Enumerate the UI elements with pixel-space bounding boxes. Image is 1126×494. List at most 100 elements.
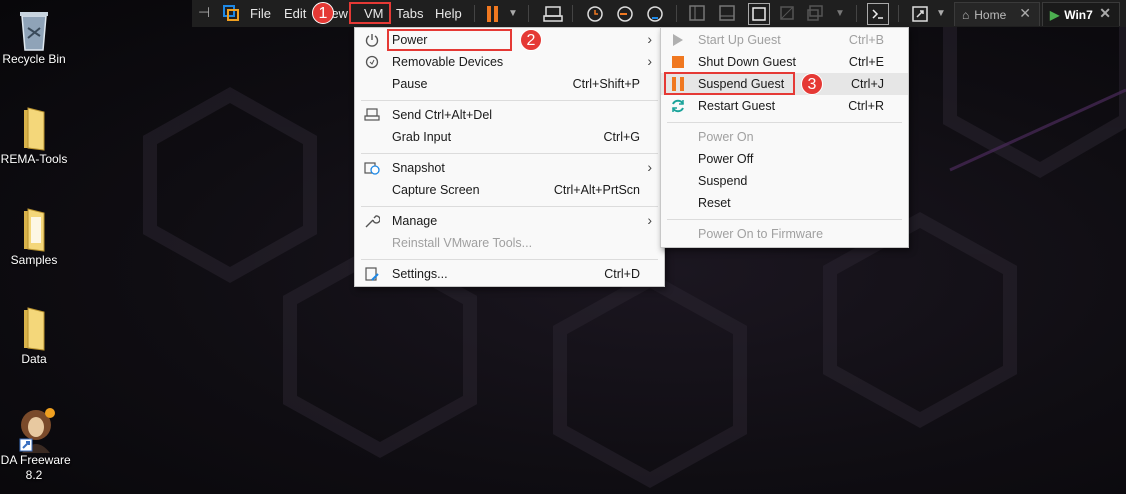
unity-icon[interactable] (778, 4, 798, 24)
menu-help[interactable]: Help (435, 0, 462, 27)
menu-item-label: Power On (698, 130, 754, 144)
menu-item-label: Power Off (698, 152, 754, 166)
send-ctrl-alt-del-icon[interactable] (543, 4, 563, 24)
settings-icon (364, 266, 380, 282)
chevron-right-icon: › (647, 212, 652, 228)
menu-item-pause[interactable]: Pause Ctrl+Shift+P (355, 73, 664, 95)
menu-item-shut-down-guest[interactable]: Shut Down Guest Ctrl+E (661, 51, 908, 73)
menu-item-power-on: Power On (661, 126, 908, 148)
menu-item-grab-input[interactable]: Grab Input Ctrl+G (355, 126, 664, 148)
menu-item-suspend[interactable]: Suspend (661, 170, 908, 192)
menu-item-label: Capture Screen (392, 183, 480, 197)
menu-edit[interactable]: Edit (284, 0, 306, 27)
sidebar-toggle-icon[interactable] (688, 4, 708, 24)
vm-running-icon: ▶ (1050, 7, 1060, 22)
menu-item-removable-devices[interactable]: Removable Devices › (355, 51, 664, 73)
toolbar-separator (676, 5, 677, 22)
pause-icon[interactable] (484, 4, 504, 24)
chevron-down-icon[interactable]: ▼ (835, 8, 855, 28)
menu-item-label: Power On to Firmware (698, 227, 824, 241)
menu-item-label: Reinstall VMware Tools... (392, 236, 533, 250)
menu-item-power-off[interactable]: Power Off (661, 148, 908, 170)
desktop-icon-rema-tools[interactable]: REMA-Tools (0, 106, 74, 167)
menu-item-capture-screen[interactable]: Capture Screen Ctrl+Alt+PrtScn (355, 179, 664, 201)
tab-home[interactable]: ⌂ Home ✕ (954, 2, 1040, 26)
highlight-vm-menu (349, 2, 391, 24)
menu-item-label: Start Up Guest (698, 33, 781, 47)
chevron-right-icon: › (647, 159, 652, 175)
terminal-icon[interactable] (867, 3, 889, 25)
restart-icon (670, 98, 686, 114)
menu-item-label: Removable Devices (392, 55, 504, 69)
toolbar-separator (898, 5, 899, 22)
desktop-icon-data[interactable]: Data (0, 306, 74, 367)
chevron-right-icon: › (647, 53, 652, 69)
ida-icon (14, 407, 55, 453)
menu-item-shortcut: Ctrl+D (604, 267, 640, 281)
menu-item-restart-guest[interactable]: Restart Guest Ctrl+R (661, 95, 908, 117)
removable-devices-icon (364, 54, 380, 70)
menu-item-label: Suspend (698, 174, 748, 188)
close-icon[interactable]: ✕ (1099, 5, 1111, 22)
tab-win7[interactable]: ▶ Win7 ✕ (1042, 2, 1120, 26)
desktop-icon-samples[interactable]: Samples (0, 207, 74, 268)
menu-item-reinstall-vmware-tools: Reinstall VMware Tools... (355, 232, 664, 254)
menu-tabs[interactable]: Tabs (396, 0, 423, 27)
vmware-logo-icon (222, 4, 242, 24)
menu-item-label: Grab Input (392, 130, 452, 144)
vm-menu: Power › Removable Devices › Pause Ctrl+S… (354, 27, 665, 287)
thumbnail-bar-icon[interactable] (718, 4, 738, 24)
chevron-down-icon[interactable]: ▼ (508, 8, 528, 28)
chevron-right-icon: › (647, 31, 652, 47)
step-badge-2: 2 (520, 29, 542, 51)
menu-item-power-on-to-firmware: Power On to Firmware (661, 223, 908, 245)
tab-label: Home (974, 7, 1007, 22)
recycle-bin-icon (14, 6, 54, 51)
power-submenu: Start Up Guest Ctrl+B Shut Down Guest Ct… (660, 27, 909, 248)
keyboard-icon (364, 107, 380, 123)
console-view-icon[interactable] (806, 4, 826, 24)
menu-item-reset[interactable]: Reset (661, 192, 908, 214)
folder-icon (14, 106, 54, 151)
menu-item-label: Settings... (392, 267, 448, 281)
folder-icon (14, 306, 54, 351)
menu-item-manage[interactable]: Manage › (355, 210, 664, 232)
play-icon (670, 32, 686, 48)
menu-item-snapshot[interactable]: Snapshot › (355, 157, 664, 179)
menu-item-label: Send Ctrl+Alt+Del (392, 108, 493, 122)
snapshot-icon (364, 160, 380, 176)
stop-icon (670, 54, 686, 70)
step-badge-3: 3 (801, 73, 823, 95)
menu-separator (667, 219, 902, 220)
revert-snapshot-icon[interactable] (615, 4, 635, 24)
menu-item-shortcut: Ctrl+R (848, 99, 884, 113)
snapshot-icon[interactable] (585, 4, 605, 24)
menu-file[interactable]: File (250, 0, 271, 27)
menu-item-label: Pause (392, 77, 428, 91)
menu-item-settings[interactable]: Settings... Ctrl+D (355, 263, 664, 285)
pin-icon[interactable]: ⊣ (198, 4, 218, 24)
chevron-down-icon[interactable]: ▼ (936, 8, 956, 28)
snapshot-manager-icon[interactable] (645, 4, 665, 24)
desktop-icon-label: Samples (10, 253, 58, 267)
desktop-icon-recycle-bin[interactable]: Recycle Bin (0, 6, 74, 67)
tab-label: Win7 (1064, 7, 1093, 22)
home-icon: ⌂ (962, 7, 970, 22)
menu-item-send-ctrl-alt-del[interactable]: Send Ctrl+Alt+Del (355, 104, 664, 126)
menu-item-start-up-guest: Start Up Guest Ctrl+B (661, 29, 908, 51)
menu-item-shortcut: Ctrl+B (848, 33, 884, 47)
menu-item-shortcut: Ctrl+J (851, 77, 884, 91)
desktop-icon-label: Recycle Bin (2, 52, 66, 66)
stretch-icon[interactable] (910, 4, 930, 24)
desktop-icon-label: Data (21, 352, 47, 366)
menu-separator (361, 153, 658, 154)
close-icon[interactable]: ✕ (1019, 5, 1031, 22)
menu-item-shortcut: Ctrl+Alt+PrtScn (553, 183, 640, 197)
folder-icon (14, 207, 54, 252)
menu-item-label: Shut Down Guest (698, 55, 796, 69)
step-badge-1: 1 (312, 2, 334, 24)
fullscreen-icon[interactable] (748, 3, 770, 25)
desktop-icon-ida-freeware[interactable]: IDA Freeware 8.2 (0, 407, 74, 483)
toolbar-separator (528, 5, 529, 22)
menu-item-label: Reset (698, 196, 731, 210)
